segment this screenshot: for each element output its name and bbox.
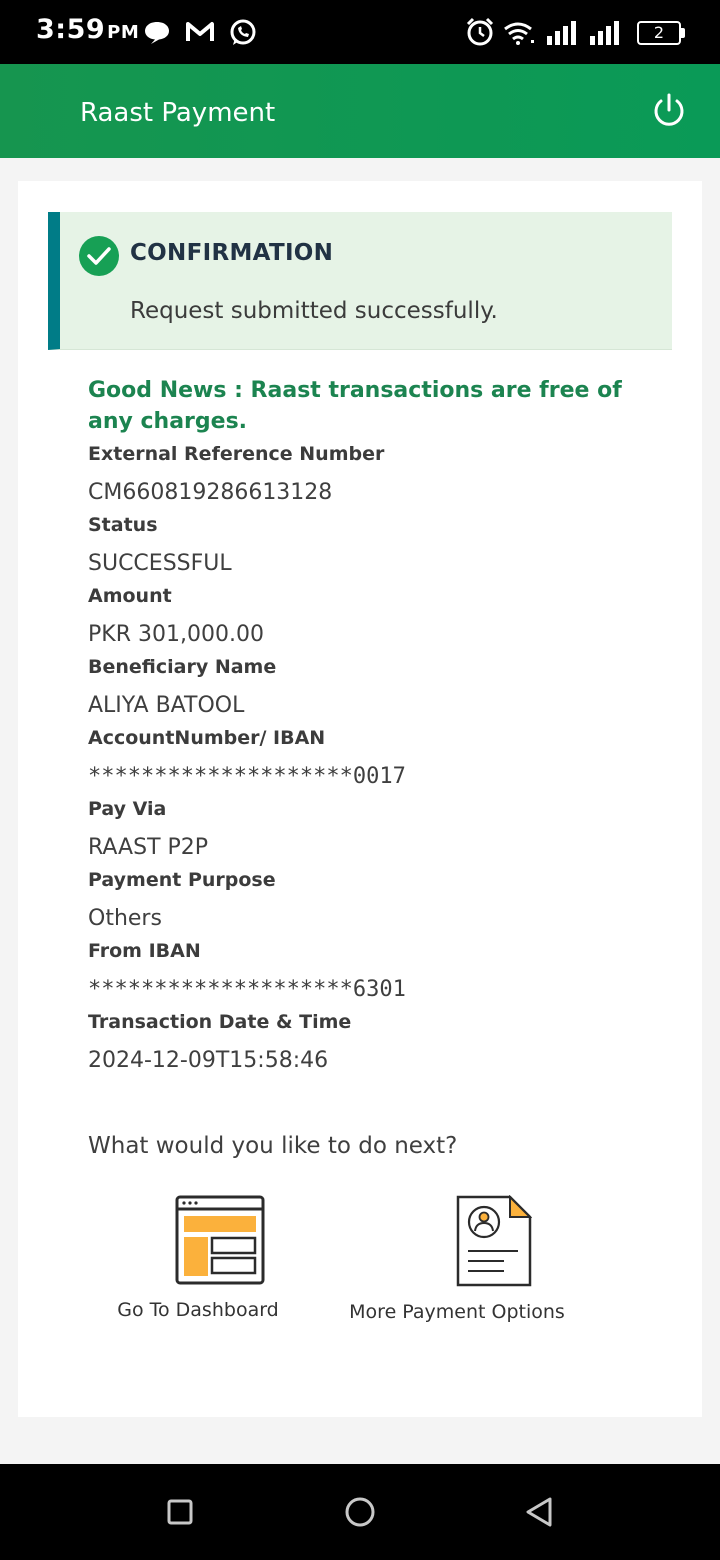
detail-account-iban: AccountNumber/ IBAN ********************… xyxy=(88,726,668,797)
home-circle-icon[interactable] xyxy=(340,1492,380,1532)
status-time: 3:59 PM xyxy=(36,14,139,45)
chat-bubble-icon xyxy=(145,22,169,44)
next-steps-title: What would you like to do next? xyxy=(88,1133,458,1159)
alarm-icon xyxy=(466,17,494,46)
app-header: Raast Payment xyxy=(0,64,720,158)
confirmation-title: CONFIRMATION xyxy=(130,240,334,266)
go-to-dashboard-button[interactable]: Go To Dashboard xyxy=(110,1195,286,1321)
dashboard-icon xyxy=(175,1195,264,1285)
confirmation-message: Request submitted successfully. xyxy=(130,298,498,324)
detail-value: PKR 301,000.00 xyxy=(88,622,264,647)
battery-tip xyxy=(681,28,685,38)
battery-icon: 2 xyxy=(637,21,681,45)
system-nav-bar xyxy=(0,1464,720,1560)
detail-from-iban: From IBAN ********************6301 xyxy=(88,939,668,1010)
detail-label: External Reference Number xyxy=(88,443,385,465)
detail-label: AccountNumber/ IBAN xyxy=(88,727,326,749)
detail-value: Others xyxy=(88,906,162,931)
page-title: Raast Payment xyxy=(80,98,276,128)
detail-external-reference: External Reference Number CM660819286613… xyxy=(88,442,668,513)
detail-value: ********************0017 xyxy=(88,764,406,789)
detail-status: Status SUCCESSFUL xyxy=(88,513,668,584)
detail-label: Pay Via xyxy=(88,798,167,820)
fee-notice: Good News : Raast transactions are free … xyxy=(88,378,622,434)
transaction-details: External Reference Number CM660819286613… xyxy=(88,442,668,1081)
receipt-card: CONFIRMATION Request submitted successfu… xyxy=(18,181,702,1417)
status-bar: 3:59 PM 2 xyxy=(0,0,720,64)
detail-amount: Amount PKR 301,000.00 xyxy=(88,584,668,655)
detail-label: Beneficiary Name xyxy=(88,656,277,678)
recents-square-icon[interactable] xyxy=(160,1492,200,1532)
payment-document-icon xyxy=(456,1194,532,1287)
detail-pay-via: Pay Via RAAST P2P xyxy=(88,797,668,868)
check-circle-icon xyxy=(79,236,119,276)
wifi-icon xyxy=(504,22,534,45)
action-label: Go To Dashboard xyxy=(117,1299,279,1321)
detail-value: SUCCESSFUL xyxy=(88,551,232,576)
logout-power-icon[interactable] xyxy=(650,92,688,130)
ampm-text: PM xyxy=(107,22,140,43)
time-text: 3:59 xyxy=(36,14,106,45)
action-label: More Payment Options xyxy=(349,1301,565,1323)
detail-label: Amount xyxy=(88,585,172,607)
gmail-icon xyxy=(186,22,214,41)
confirmation-banner: CONFIRMATION Request submitted successfu… xyxy=(48,212,672,350)
detail-label: From IBAN xyxy=(88,940,201,962)
detail-value: 2024-12-09T15:58:46 xyxy=(88,1048,329,1073)
whatsapp-icon xyxy=(230,19,256,45)
detail-beneficiary-name: Beneficiary Name ALIYA BATOOL xyxy=(88,655,668,726)
more-payment-options-button[interactable]: More Payment Options xyxy=(346,1194,568,1323)
detail-label: Status xyxy=(88,514,158,536)
detail-value: ********************6301 xyxy=(88,977,406,1002)
battery-level: 2 xyxy=(653,23,665,42)
detail-value: CM660819286613128 xyxy=(88,480,333,505)
detail-payment-purpose: Payment Purpose Others xyxy=(88,868,668,939)
back-triangle-icon[interactable] xyxy=(520,1492,560,1532)
detail-transaction-datetime: Transaction Date & Time 2024-12-09T15:58… xyxy=(88,1010,668,1081)
signal-strength-icon xyxy=(547,21,576,45)
detail-label: Payment Purpose xyxy=(88,869,276,891)
detail-value: RAAST P2P xyxy=(88,835,209,860)
signal-strength-2-icon xyxy=(590,21,619,45)
detail-label: Transaction Date & Time xyxy=(88,1011,352,1033)
detail-value: ALIYA BATOOL xyxy=(88,693,245,718)
